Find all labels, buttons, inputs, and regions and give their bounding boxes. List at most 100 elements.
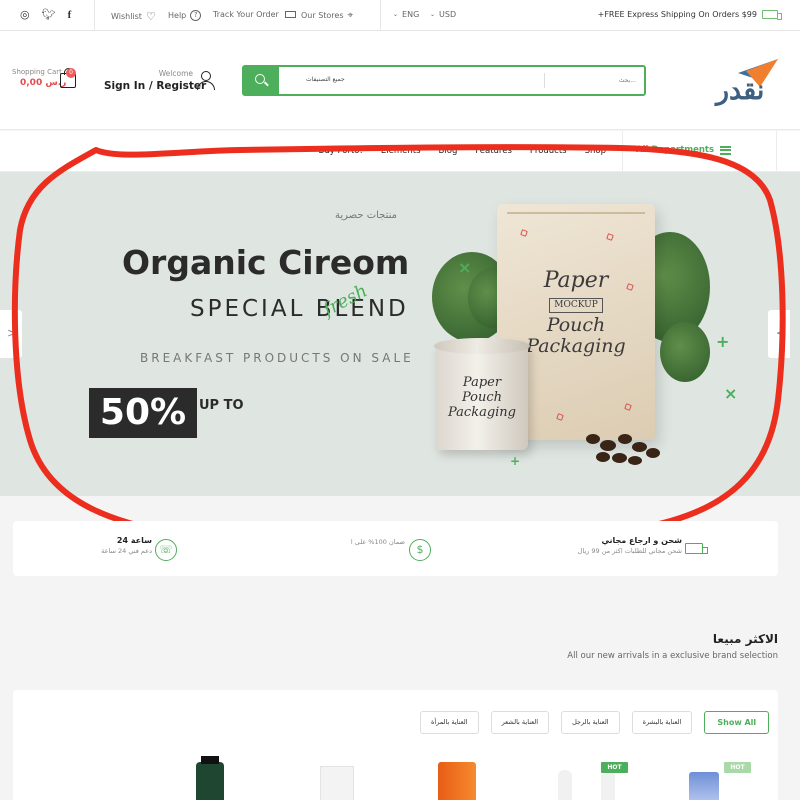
nav-menu: Buy Porto! Elements Blog Features Produc… — [319, 146, 607, 156]
product-image-dropper[interactable] — [558, 770, 572, 800]
account-link[interactable]: Welcome Sign In / Register — [104, 69, 206, 92]
divider — [544, 73, 545, 88]
user-icon[interactable] — [197, 71, 215, 90]
nav-item-buy-porto[interactable]: Buy Porto! — [319, 146, 363, 156]
question-icon: ? — [190, 10, 202, 21]
hot-badge: HOT — [724, 762, 751, 773]
hero-tag: منتجات حصرية — [335, 210, 398, 221]
logo-text: نقدر — [716, 75, 765, 106]
show-all-button[interactable]: Show All — [704, 711, 770, 734]
product-image-dark-bottle[interactable] — [196, 762, 224, 800]
tin-label: Paper Pouch Packaging — [444, 375, 520, 421]
category-filters: العناية بالمرأة العناية بالشعر العناية ب… — [420, 711, 770, 734]
stores-link[interactable]: Our Stores ⌖ — [301, 10, 353, 21]
nav-item-features[interactable]: Features — [475, 146, 512, 156]
coffee-bean — [596, 452, 610, 462]
nav-item-products[interactable]: Products — [530, 146, 567, 156]
filter-hair-care[interactable]: العناية بالشعر — [490, 711, 550, 734]
coffee-bean — [628, 456, 642, 465]
currency-select[interactable]: ⌄ USD — [430, 10, 456, 19]
instagram-icon[interactable]: ◎ — [20, 9, 30, 21]
top-bar: ◎ 🐦︎ f Wishlist ♡ Help ? Track Your Orde… — [0, 0, 800, 31]
plus-decoration: + — [510, 454, 521, 468]
divider — [776, 131, 777, 172]
hero-subtitle: SPECIAL BLEND — [190, 296, 409, 322]
divider — [380, 0, 381, 31]
tin-label-line: Paper — [462, 375, 502, 390]
shipping-text: +FREE Express Shipping On Orders $99 — [597, 10, 757, 19]
feature-subtitle: دعم فني 24 ساعة — [101, 547, 152, 555]
filter-skin-care[interactable]: العناية بالبشرة — [631, 711, 693, 734]
slider-next-button[interactable]: < — [768, 310, 790, 358]
tin-label-line: Pouch — [461, 389, 503, 405]
social-links: ◎ 🐦︎ f — [20, 9, 72, 22]
help-link[interactable]: Help ? — [168, 10, 202, 21]
features-strip: شحن و ارجاع مجاني شحن مجاني للطلبات اكثر… — [13, 521, 778, 576]
feature-support: 24 ساعة دعم فني 24 ساعة — [101, 536, 152, 555]
divider — [94, 0, 95, 31]
chevron-down-icon: ⌄ — [393, 11, 399, 18]
chevron-left-icon: > — [7, 326, 18, 340]
search-category-select[interactable]: جميع التصنيفات — [306, 76, 345, 83]
pouch-label-line: Packaging — [526, 335, 626, 358]
twitter-icon[interactable]: 🐦︎ — [42, 9, 56, 21]
feature-money-back: ضمان 100% على ا — [351, 536, 405, 546]
section-title: الاكثر مبيعا — [712, 632, 778, 646]
site-header: Shopping Cart 0,00 ر.س 0 Welcome Sign In… — [0, 31, 800, 130]
cart-label: Shopping Cart — [12, 68, 62, 76]
slider-prev-button[interactable]: > — [0, 310, 22, 358]
product-image-dropper[interactable] — [601, 770, 615, 800]
welcome-label: Welcome — [158, 69, 193, 78]
wishlist-link[interactable]: Wishlist ♡ — [111, 10, 156, 23]
section-subtitle: All our new arrivals in a exclusive bran… — [567, 651, 778, 661]
search-button[interactable] — [243, 66, 279, 95]
product-image-orange-tube[interactable] — [438, 762, 476, 800]
track-order-link[interactable]: Track Your Order — [213, 10, 296, 19]
feature-title: شحن و ارجاع مجاني — [601, 536, 682, 545]
map-pin-icon: ⌖ — [347, 10, 354, 21]
pattern-icon — [606, 233, 614, 241]
product-image-blue-jar[interactable] — [689, 772, 719, 800]
pouch-label-line: Pouch — [546, 313, 606, 336]
nav-item-elements[interactable]: Elements — [381, 146, 421, 156]
all-departments-button[interactable]: All Departments — [636, 145, 732, 155]
pattern-icon — [556, 413, 564, 421]
pattern-icon — [520, 229, 528, 237]
nav-item-shop[interactable]: Shop — [585, 146, 606, 156]
currency-value: USD — [439, 10, 457, 19]
coffee-bean — [618, 434, 632, 444]
support-icon: ☏ — [155, 539, 177, 561]
free-shipping-notice: +FREE Express Shipping On Orders $99 — [597, 10, 782, 20]
cart-summary[interactable]: Shopping Cart 0,00 ر.س — [12, 68, 66, 88]
feature-free-shipping: شحن و ارجاع مجاني شحن مجاني للطلبات اكثر… — [578, 536, 682, 555]
nav-item-blog[interactable]: Blog — [439, 146, 458, 156]
cross-decoration: × — [724, 384, 738, 403]
chevron-down-icon: ⌄ — [430, 11, 436, 18]
filter-men-care[interactable]: العناية بالرجل — [561, 711, 620, 734]
pouch-label-line: MOCKUP — [549, 298, 603, 313]
product-image-white-box[interactable] — [320, 766, 354, 800]
heart-icon: ♡ — [145, 10, 156, 23]
coffee-bean — [646, 448, 660, 458]
discount-upto: UP TO — [199, 398, 244, 413]
language-select[interactable]: ⌄ ENG — [393, 10, 419, 19]
cross-decoration: × — [458, 258, 472, 277]
sign-in-register[interactable]: Sign In / Register — [104, 80, 206, 92]
tin-canister-image: Paper Pouch Packaging — [434, 338, 530, 450]
plant-leaves — [660, 322, 710, 382]
tin-label-line: Packaging — [448, 404, 516, 420]
hero-banner[interactable]: Paper MOCKUP Pouch Packaging Paper Pouch… — [0, 172, 800, 496]
facebook-icon[interactable]: f — [68, 9, 72, 21]
site-logo[interactable]: نقدر — [716, 57, 780, 111]
pouch-label-line: Paper — [543, 268, 609, 293]
filter-women-care[interactable]: العناية بالمرأة — [420, 711, 479, 734]
search-input[interactable] — [546, 73, 636, 88]
cart-count-badge: 0 — [66, 68, 76, 78]
help-label: Help — [168, 11, 187, 20]
hero-tagline: BREAKFAST PRODUCTS ON SALE — [140, 351, 414, 365]
coffee-bean — [632, 442, 647, 452]
feature-subtitle: ضمان 100% على ا — [350, 538, 405, 546]
coffee-bean — [586, 434, 600, 444]
dollar-icon: $ — [409, 539, 431, 561]
plus-decoration: + — [716, 332, 730, 351]
